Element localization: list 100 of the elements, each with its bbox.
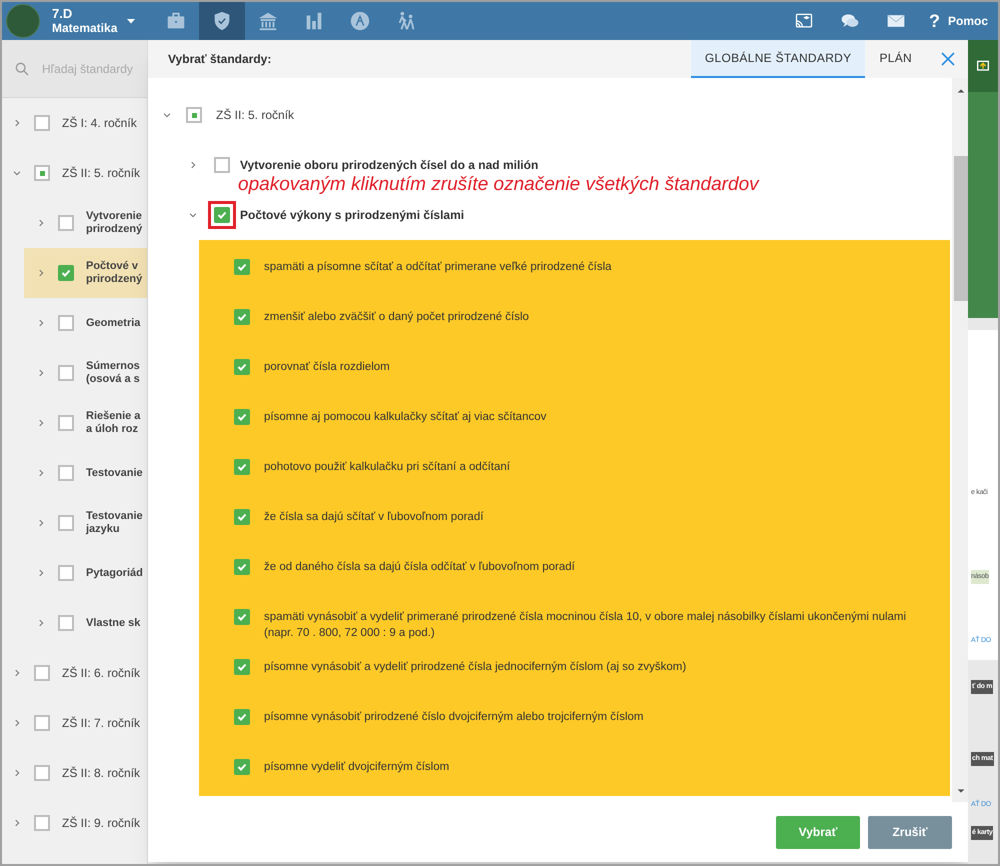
checkbox[interactable] [58, 365, 74, 381]
standard-label: spamäti a písomne sčítať a odčítať primerane veľké prirodzené čísla [264, 260, 612, 275]
standard-label: písomne vynásobiť a vydeliť prirodzené čísla jednociferným číslom (aj so zvyškom) [264, 660, 686, 675]
avatar [6, 4, 40, 38]
checkbox[interactable] [234, 409, 250, 425]
standard-label: zmenšiť alebo zväčšiť o daný počet prirodzené číslo [264, 310, 529, 325]
tree-label: Pytagoriád [86, 566, 143, 580]
checkbox[interactable] [234, 509, 250, 525]
checkmark-icon [237, 412, 247, 422]
tree-item[interactable]: Geometria [24, 298, 147, 348]
tree-item[interactable]: Súmernos (osová a s [24, 348, 147, 398]
group-label: Počtové výkony s prirodzenými číslami [240, 207, 464, 224]
checkmark-icon [237, 362, 247, 372]
tree-label: ZŠ II: 5. ročník [62, 166, 140, 180]
tree-item[interactable]: ZŠ II: 5. ročník [2, 148, 147, 198]
tree-item[interactable]: ZŠ I: 4. ročník [2, 98, 147, 148]
tree-label: Testovanie [86, 510, 143, 523]
checkmark-icon [237, 662, 247, 672]
checkbox[interactable] [58, 415, 74, 431]
class-selector[interactable]: 7.D Matematika [52, 7, 138, 35]
standard-label: písomne vydeliť dvojciferným číslom [264, 760, 450, 775]
tree-label: Testovanie [86, 466, 143, 480]
checkbox[interactable] [34, 115, 50, 131]
checkbox[interactable] [234, 559, 250, 575]
standard-label: že od daného čísla sa dajú čísla odčítať v ľubovoľnom poradí [264, 560, 575, 575]
tree-item[interactable]: ZŠ II: 6. ročník [2, 648, 147, 698]
nav-tab[interactable] [199, 2, 246, 40]
tab[interactable]: PLÁN [865, 40, 926, 78]
checkmark-icon [237, 462, 247, 472]
standard-label: že čísla sa dajú sčítať v ľubovoľnom poradí [264, 510, 484, 525]
checkbox[interactable] [34, 165, 50, 181]
checkbox[interactable] [58, 265, 74, 281]
standard-label: písomne vynásobiť prirodzené číslo dvojciferným alebo trojciferným číslom [264, 710, 644, 725]
dialog-title: Vybrať štandardy: [167, 51, 272, 68]
checkbox[interactable] [58, 515, 74, 531]
checkbox[interactable] [214, 157, 230, 173]
checkbox[interactable] [58, 565, 74, 581]
tree-label: jazyku [86, 523, 121, 536]
tree-label: a úloh roz [86, 423, 139, 436]
checkbox[interactable] [234, 359, 250, 375]
tree-label: Riešenie a [86, 410, 140, 423]
tree-item[interactable]: Pytagoriád [24, 548, 147, 598]
search-icon [14, 60, 30, 76]
close-icon [940, 51, 956, 67]
checkmark-icon [237, 262, 247, 272]
checkbox[interactable] [34, 815, 50, 831]
checkmark-icon [61, 268, 71, 278]
scrollbar-thumb[interactable] [954, 156, 968, 301]
checkbox[interactable] [58, 615, 74, 631]
checkbox[interactable] [234, 659, 250, 675]
tree-label: ZŠ II: 5. ročník [216, 107, 294, 124]
class-name: 7.D [52, 7, 74, 21]
checkmark-icon [217, 210, 227, 220]
standard-label: porovnať čísla rozdielom [264, 360, 390, 375]
tree-item[interactable]: Testovanie [24, 448, 147, 498]
help-label: Pomoc [948, 13, 988, 30]
tree-item[interactable]: Vytvorenie prirodzený [24, 198, 147, 248]
tree-label: Geometria [86, 316, 140, 330]
checkmark-icon [237, 612, 247, 622]
checkbox[interactable] [58, 315, 74, 331]
group-label: Vytvorenie oboru prirodzených čísel do a nad milión [240, 157, 538, 174]
tree-item[interactable]: Vlastne sk [24, 598, 147, 648]
tree-label: (osová a s [86, 373, 140, 386]
checkbox[interactable] [34, 715, 50, 731]
tree-item[interactable]: Počtové v prirodzený [24, 248, 147, 298]
checkbox[interactable] [214, 207, 230, 223]
tree-item[interactable]: Testovanie jazyku [24, 498, 147, 548]
tree-label: prirodzený [86, 273, 142, 286]
tree-label: ZŠ II: 8. ročník [62, 766, 140, 780]
checkbox[interactable] [234, 259, 250, 275]
circle-compass-icon [349, 10, 372, 32]
annotation: opakovaným kliknutím zrušíte označenie všetkých štandardov [238, 173, 759, 197]
tree-label: Vlastne sk [86, 616, 140, 630]
checkbox[interactable] [58, 465, 74, 481]
tree-label: ZŠ II: 9. ročník [62, 816, 140, 830]
tree-item[interactable]: ZŠ II: 8. ročník [2, 748, 147, 798]
checkbox[interactable] [34, 765, 50, 781]
bank-icon [257, 10, 280, 32]
tree-item[interactable]: ZŠ II: 9. ročník [2, 798, 147, 848]
checkbox[interactable] [58, 215, 74, 231]
checkmark-icon [237, 512, 247, 522]
checkmark-icon [237, 712, 247, 722]
tree-label: Vytvorenie [86, 210, 142, 223]
checkbox[interactable] [234, 609, 250, 625]
checkbox[interactable] [186, 107, 202, 123]
help-button[interactable]: ? Pomoc [928, 8, 988, 34]
subject-name: Matematika [52, 21, 118, 35]
tree-item[interactable]: Riešenie a a úloh roz [24, 398, 147, 448]
checkbox[interactable] [234, 709, 250, 725]
checkbox[interactable] [234, 309, 250, 325]
tree-label: ZŠ II: 7. ročník [62, 716, 140, 730]
standard-label: písomne aj pomocou kalkulačky sčítať aj viac sčítancov [264, 410, 546, 425]
checkbox[interactable] [234, 459, 250, 475]
checkmark-icon [237, 562, 247, 572]
tab[interactable]: GLOBÁLNE ŠTANDARDY [690, 40, 866, 78]
checkmark-icon [237, 312, 247, 322]
checkbox[interactable] [34, 665, 50, 681]
checkbox[interactable] [234, 759, 250, 775]
tree-label: Počtové v [86, 260, 139, 273]
tree-item[interactable]: ZŠ II: 7. ročník [2, 698, 147, 748]
